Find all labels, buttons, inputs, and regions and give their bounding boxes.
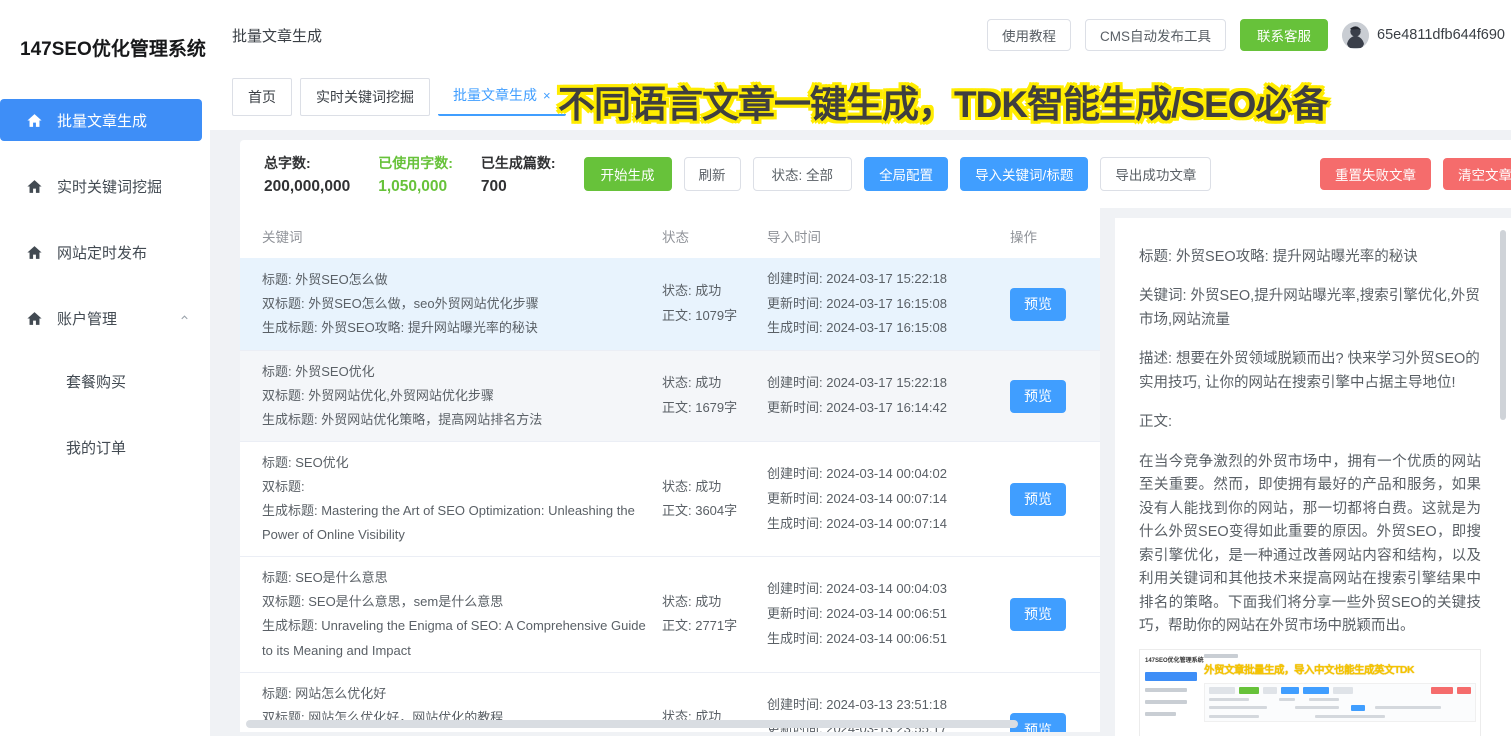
action-cell: 预览 [1010, 483, 1100, 516]
preview-description: 描述: 想要在外贸领域脱颖而出? 快来学习外贸SEO的实用技巧, 让你的网站在搜… [1139, 348, 1481, 395]
sidebar: 147SEO优化管理系统 批量文章生成 实时关键词挖掘 网站定时发布 账户管理 … [0, 0, 210, 736]
main-content: 总字数: 200,000,000 已使用字数: 1,050,000 已生成篇数:… [210, 130, 1511, 736]
status-cell: 状态: 成功正文: 3604字 [662, 475, 767, 524]
time-cell: 创建时间: 2024-03-17 15:22:18更新时间: 2024-03-1… [767, 267, 1010, 341]
toolbar: 总字数: 200,000,000 已使用字数: 1,050,000 已生成篇数:… [240, 140, 1511, 208]
table-row[interactable]: 标题: 外贸SEO怎么做双标题: 外贸SEO怎么做，seo外贸网站优化步骤生成标… [240, 258, 1100, 351]
preview-body: 在当今竞争激烈的外贸市场中，拥有一个优质的网站至关重要。然而，即使拥有最好的产品… [1139, 451, 1481, 639]
status-cell: 状态: 成功正文: 1679字 [662, 371, 767, 420]
keyword-cell: 标题: 外贸SEO优化双标题: 外贸网站优化,外贸网站优化步骤生成标题: 外贸网… [262, 360, 662, 432]
import-keywords-button[interactable]: 导入关键词/标题 [960, 157, 1088, 191]
home-icon [26, 310, 43, 327]
time-cell: 创建时间: 2024-03-14 00:04:03更新时间: 2024-03-1… [767, 577, 1010, 651]
status-cell: 状态: 成功正文: 1079字 [662, 279, 767, 328]
action-cell: 预览 [1010, 380, 1100, 413]
col-action: 操作 [1010, 226, 1100, 246]
table-body: 标题: 外贸SEO怎么做双标题: 外贸SEO怎么做，seo外贸网站优化步骤生成标… [240, 258, 1100, 732]
preview-button[interactable]: 预览 [1010, 380, 1066, 413]
stat-total-words: 总字数: 200,000,000 [264, 153, 350, 196]
app-logo: 147SEO优化管理系统 [0, 0, 210, 61]
preview-button[interactable]: 预览 [1010, 598, 1066, 631]
promo-thumbnail-image: 147SEO优化管理系统 外贸文章批量生成，导入中文也能生成英文TDK [1139, 649, 1481, 736]
contact-support-button[interactable]: 联系客服 [1240, 19, 1328, 51]
cms-publish-tool-button[interactable]: CMS自动发布工具 [1085, 19, 1226, 51]
keyword-cell: 标题: 外贸SEO怎么做双标题: 外贸SEO怎么做，seo外贸网站优化步骤生成标… [262, 268, 662, 340]
sidebar-item-label: 网站定时发布 [57, 242, 147, 263]
sidebar-item-account[interactable]: 账户管理 [0, 297, 210, 339]
sidebar-item-batch-article[interactable]: 批量文章生成 [0, 99, 202, 141]
sidebar-menu: 批量文章生成 实时关键词挖掘 网站定时发布 账户管理 套餐购买 我的订单 [0, 99, 210, 469]
home-icon [26, 112, 43, 129]
stat-generated-count: 已生成篇数: 700 [481, 153, 556, 196]
clear-articles-button[interactable]: 清空文章 [1443, 158, 1511, 190]
breadcrumb: 批量文章生成 [232, 25, 322, 46]
action-cell: 预览 [1010, 598, 1100, 631]
sidebar-item-scheduled-publish[interactable]: 网站定时发布 [0, 231, 210, 273]
preview-title: 标题: 外贸SEO攻略: 提升网站曝光率的秘诀 [1139, 246, 1481, 269]
table-header: 关键词 状态 导入时间 操作 [240, 208, 1100, 258]
sidebar-item-label: 批量文章生成 [57, 110, 147, 131]
thumbnail-logo: 147SEO优化管理系统 [1145, 657, 1204, 667]
article-table: 关键词 状态 导入时间 操作 标题: 外贸SEO怎么做双标题: 外贸SEO怎么做… [240, 208, 1100, 732]
time-cell: 创建时间: 2024-03-17 15:22:18更新时间: 2024-03-1… [767, 371, 1010, 420]
table-row[interactable]: 标题: 外贸SEO优化双标题: 外贸网站优化,外贸网站优化步骤生成标题: 外贸网… [240, 351, 1100, 442]
sidebar-item-label: 账户管理 [57, 308, 117, 329]
preview-body-label: 正文: [1139, 411, 1481, 434]
home-icon [26, 244, 43, 261]
action-cell: 预览 [1010, 288, 1100, 321]
table-row[interactable]: 标题: SEO是什么意思双标题: SEO是什么意思，sem是什么意思生成标题: … [240, 557, 1100, 672]
vertical-scrollbar[interactable] [1500, 230, 1506, 420]
preview-button[interactable]: 预览 [1010, 288, 1066, 321]
close-icon[interactable]: × [543, 88, 551, 103]
tutorial-button[interactable]: 使用教程 [987, 19, 1071, 51]
sidebar-subitem-my-orders[interactable]: 我的订单 [0, 429, 210, 469]
user-id: 65e4811dfb644f690 [1377, 27, 1505, 43]
chevron-up-icon [179, 310, 190, 327]
export-success-button[interactable]: 导出成功文章 [1100, 157, 1211, 191]
status-filter-select[interactable]: 状态: 全部 [753, 157, 853, 191]
table-row[interactable]: 标题: SEO优化双标题:生成标题: Mastering the Art of … [240, 442, 1100, 557]
time-cell: 创建时间: 2024-03-14 00:04:02更新时间: 2024-03-1… [767, 462, 1010, 536]
tab-home[interactable]: 首页 [232, 78, 292, 116]
preview-button[interactable]: 预览 [1010, 713, 1066, 732]
home-icon [26, 178, 43, 195]
col-import-time: 导入时间 [767, 226, 1010, 246]
start-generate-button[interactable]: 开始生成 [584, 157, 672, 191]
article-preview-panel: 标题: 外贸SEO攻略: 提升网站曝光率的秘诀 关键词: 外贸SEO,提升网站曝… [1115, 218, 1511, 736]
sidebar-item-label: 实时关键词挖掘 [57, 176, 162, 197]
global-config-button[interactable]: 全局配置 [864, 157, 948, 191]
avatar[interactable] [1342, 22, 1369, 49]
action-cell: 预览 [1010, 713, 1100, 732]
preview-keywords: 关键词: 外贸SEO,提升网站曝光率,搜索引擎优化,外贸市场,网站流量 [1139, 285, 1481, 332]
horizontal-scrollbar[interactable] [246, 720, 1018, 728]
keyword-cell: 标题: SEO是什么意思双标题: SEO是什么意思，sem是什么意思生成标题: … [262, 566, 662, 662]
col-status: 状态 [662, 226, 767, 246]
status-cell: 状态: 成功正文: 2771字 [662, 590, 767, 639]
sidebar-subitem-package-buy[interactable]: 套餐购买 [0, 363, 210, 403]
keyword-cell: 标题: SEO优化双标题:生成标题: Mastering the Art of … [262, 451, 662, 547]
preview-button[interactable]: 预览 [1010, 483, 1066, 516]
tab-batch-article[interactable]: 批量文章生成× [438, 76, 566, 116]
refresh-button[interactable]: 刷新 [684, 157, 741, 191]
thumbnail-headline: 外贸文章批量生成，导入中文也能生成英文TDK [1204, 662, 1476, 679]
reset-failed-button[interactable]: 重置失败文章 [1320, 158, 1431, 190]
tab-keyword-mining[interactable]: 实时关键词挖掘 [300, 78, 430, 116]
sidebar-item-keyword-mining[interactable]: 实时关键词挖掘 [0, 165, 210, 207]
stat-used-words: 已使用字数: 1,050,000 [378, 153, 453, 196]
col-keyword: 关键词 [262, 226, 662, 246]
promo-banner: 不同语言文章一键生成，TDK智能生成/SEO必备 [558, 74, 1327, 128]
